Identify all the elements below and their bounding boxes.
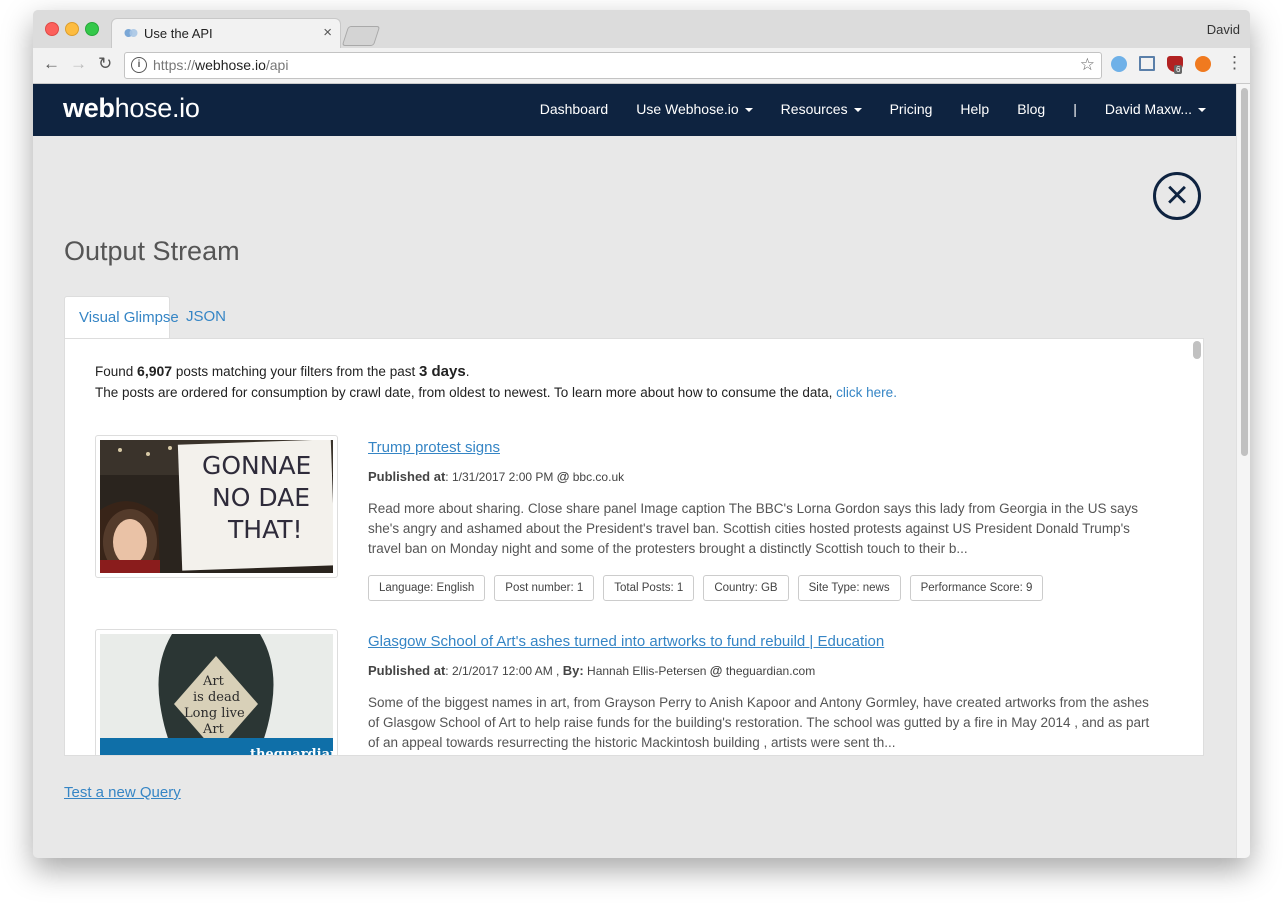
tab-title: Use the API <box>144 26 213 41</box>
post-title-link[interactable]: Trump protest signs <box>368 439 500 456</box>
result-count: 6,907 <box>137 363 173 379</box>
nav-user-menu[interactable]: David Maxw... <box>1105 101 1206 117</box>
tag-language: Language: English <box>368 575 486 601</box>
page-scroll-thumb[interactable] <box>1241 88 1248 456</box>
bookmark-star-icon[interactable]: ☆ <box>1080 55 1095 75</box>
nav-use-webhose[interactable]: Use Webhose.io <box>636 101 753 117</box>
svg-text:is dead: is dead <box>193 690 240 705</box>
extension-screenshot-icon[interactable] <box>1139 56 1155 71</box>
post-title-link[interactable]: Glasgow School of Art's ashes turned int… <box>368 633 884 650</box>
browser-menu-icon[interactable]: ⋮ <box>1226 53 1243 73</box>
back-arrow-icon[interactable]: ← <box>43 54 60 74</box>
result-period: 3 days <box>418 363 466 380</box>
results-summary: Found 6,907 posts matching your filters … <box>95 363 897 400</box>
svg-text:NO DAE: NO DAE <box>212 483 310 512</box>
tag-site-type: Site Type: news <box>797 575 901 601</box>
tab-close-icon[interactable]: × <box>323 24 332 41</box>
nav-help[interactable]: Help <box>960 101 989 117</box>
reload-icon[interactable]: ↻ <box>98 54 112 74</box>
chevron-down-icon <box>744 108 753 113</box>
svg-text:GONNAE: GONNAE <box>202 451 311 480</box>
post-meta: Published at: 2/1/2017 12:00 AM , By: Ha… <box>368 663 816 678</box>
tab-visual-glimpse[interactable]: Visual Glimpse <box>64 296 179 339</box>
tab-json[interactable]: JSON <box>170 296 250 338</box>
address-bar[interactable]: i https://webhose.io/api ☆ <box>124 52 1102 79</box>
info-icon[interactable]: i <box>131 57 147 73</box>
svg-text:Art: Art <box>202 674 225 689</box>
post-description: Some of the biggest names in art, from G… <box>368 695 1150 750</box>
site-navbar: webhose.io Dashboard Use Webhose.io Reso… <box>33 84 1236 136</box>
favicon-icon <box>124 29 138 37</box>
nav-blog[interactable]: Blog <box>1017 101 1045 117</box>
zoom-window-button[interactable] <box>85 22 99 36</box>
extension-badge: 6 <box>1174 65 1183 74</box>
close-window-button[interactable] <box>45 22 59 36</box>
extension-globe-icon[interactable] <box>1111 56 1127 72</box>
tag-performance-score: Performance Score: 9 <box>909 575 1044 601</box>
tag-country: Country: GB <box>703 575 789 601</box>
browser-window: Use the API × David ← → ↻ i https://webh… <box>33 10 1250 858</box>
chevron-down-icon <box>1198 108 1206 113</box>
results-panel: Found 6,907 posts matching your filters … <box>64 338 1204 756</box>
browser-toolbar: ← → ↻ i https://webhose.io/api ☆ 6 ⋮ <box>33 48 1250 84</box>
nav-separator: | <box>1073 101 1077 117</box>
urn-image: Art is dead Long live Art theguardian <box>100 634 333 756</box>
protest-image: GONNAE NO DAE THAT! <box>100 440 333 573</box>
page-content: webhose.io Dashboard Use Webhose.io Reso… <box>33 84 1236 858</box>
nav-pricing[interactable]: Pricing <box>890 101 933 117</box>
post-tags: Language: English Post number: 1 Total P… <box>368 575 1052 601</box>
test-new-query-link[interactable]: Test a new Query <box>64 784 181 801</box>
page-scrollbar[interactable] <box>1236 84 1250 858</box>
post-thumbnail[interactable]: GONNAE NO DAE THAT! <box>95 435 338 578</box>
tag-total-posts: Total Posts: 1 <box>603 575 695 601</box>
svg-text:theguardian: theguardian <box>250 747 333 756</box>
svg-text:Art: Art <box>202 722 225 737</box>
minimize-window-button[interactable] <box>65 22 79 36</box>
nav-resources[interactable]: Resources <box>781 101 862 117</box>
post-description: Read more about sharing. Close share pan… <box>368 501 1138 556</box>
url-text[interactable]: https://webhose.io/api <box>153 57 288 73</box>
post-meta: Published at: 1/31/2017 2:00 PM @ bbc.co… <box>368 469 625 484</box>
site-logo[interactable]: webhose.io <box>63 93 200 124</box>
panel-scrollbar[interactable] <box>1193 341 1201 359</box>
chevron-down-icon <box>853 108 862 113</box>
forward-arrow-icon[interactable]: → <box>70 54 87 74</box>
close-panel-button[interactable]: × <box>1153 172 1201 220</box>
tag-post-number: Post number: 1 <box>494 575 595 601</box>
click-here-link[interactable]: click here. <box>836 385 897 400</box>
nav-dashboard[interactable]: Dashboard <box>540 101 609 117</box>
post-thumbnail[interactable]: Art is dead Long live Art theguardian <box>95 629 338 756</box>
close-icon: × <box>1165 173 1189 217</box>
profile-name[interactable]: David <box>1207 22 1240 37</box>
extension-lifebuoy-icon[interactable] <box>1195 56 1211 72</box>
new-tab-button[interactable] <box>341 26 381 46</box>
browser-tab[interactable]: Use the API × <box>111 18 341 49</box>
tab-bar: Use the API × David <box>33 10 1250 49</box>
page-title: Output Stream <box>64 236 240 266</box>
svg-text:THAT!: THAT! <box>227 515 303 544</box>
svg-text:Long live: Long live <box>184 706 245 721</box>
